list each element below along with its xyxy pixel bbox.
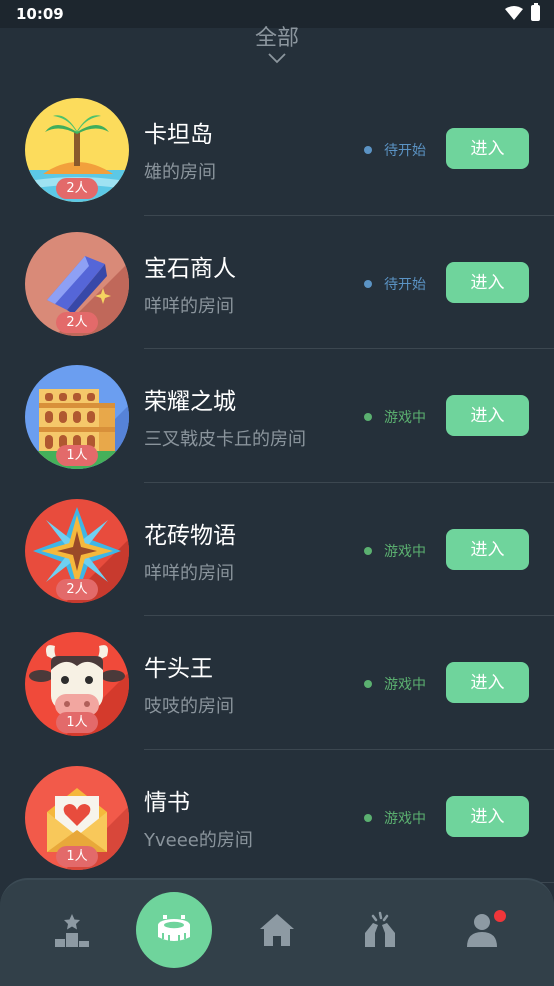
room-name: 宝石商人	[144, 255, 236, 282]
active-tab-indicator	[136, 892, 212, 968]
room-owner: 咩咩的房间	[144, 295, 234, 317]
chevron-down-icon	[268, 53, 286, 64]
enter-room-button[interactable]: 进入	[446, 128, 529, 169]
room-list: 2人 卡坦岛 雄的房间 待开始 进入 2人 宝石商人 咩咩的房间 待开始 进入 …	[0, 82, 554, 883]
notification-dot	[494, 910, 506, 922]
room-owner: 咩咩的房间	[144, 562, 234, 584]
status-label: 游戏中	[384, 677, 426, 693]
player-count-badge: 1人	[56, 845, 98, 867]
room-status: 游戏中	[364, 407, 426, 427]
room-owner: Yveee的房间	[144, 829, 253, 851]
room-item[interactable]: 2人 花砖物语 咩咩的房间 游戏中 进入	[0, 483, 554, 616]
home-icon	[260, 914, 294, 946]
battery-icon	[531, 3, 540, 21]
status-label: 游戏中	[384, 410, 426, 426]
status-label: 待开始	[384, 276, 426, 293]
status-dot	[364, 146, 372, 154]
status-dot	[364, 546, 372, 555]
tab-leaderboard[interactable]	[22, 880, 122, 980]
player-count-badge: 2人	[56, 178, 98, 199]
status-dot	[364, 813, 372, 822]
status-label: 待开始	[384, 143, 426, 159]
tab-arena[interactable]	[124, 880, 224, 980]
tab-home[interactable]	[227, 880, 327, 980]
room-owner: 雄的房间	[144, 162, 216, 183]
player-count-badge: 2人	[56, 311, 98, 333]
podium-icon	[55, 914, 89, 947]
room-status: 游戏中	[364, 808, 426, 828]
tab-profile[interactable]	[432, 880, 532, 980]
enter-room-button[interactable]: 进入	[446, 662, 529, 703]
room-name: 牛头王	[144, 656, 213, 682]
player-count-badge: 2人	[56, 578, 98, 600]
room-owner: 吱吱的房间	[144, 696, 234, 717]
status-icons	[505, 3, 540, 21]
high-five-icon	[365, 911, 395, 947]
enter-room-button[interactable]: 进入	[446, 528, 529, 570]
status-dot	[364, 413, 372, 421]
status-dot	[364, 680, 372, 688]
room-status: 待开始	[364, 140, 426, 160]
status-dot	[364, 279, 372, 288]
room-name: 荣耀之城	[144, 389, 236, 415]
room-status: 游戏中	[364, 541, 426, 561]
filter-dropdown[interactable]: 全部	[0, 20, 554, 64]
room-name: 花砖物语	[144, 522, 236, 549]
filter-label: 全部	[254, 26, 299, 51]
room-owner: 三叉戟皮卡丘的房间	[144, 429, 306, 450]
player-count-badge: 1人	[56, 445, 98, 466]
room-item[interactable]: 1人 荣耀之城 三叉戟皮卡丘的房间 游戏中 进入	[0, 349, 554, 483]
room-item[interactable]: 2人 宝石商人 咩咩的房间 待开始 进入	[0, 216, 554, 349]
tab-social[interactable]	[330, 880, 430, 980]
room-status: 游戏中	[364, 674, 426, 694]
bottom-tab-bar	[0, 878, 554, 986]
wifi-icon	[505, 6, 523, 20]
enter-room-button[interactable]: 进入	[446, 795, 529, 837]
room-item[interactable]: 2人 卡坦岛 雄的房间 待开始 进入	[0, 82, 554, 216]
status-label: 游戏中	[384, 543, 426, 560]
stadium-icon	[158, 915, 190, 942]
enter-room-button[interactable]: 进入	[446, 261, 529, 303]
player-count-badge: 1人	[56, 712, 98, 733]
room-status: 待开始	[364, 274, 426, 294]
status-label: 游戏中	[384, 810, 426, 827]
room-name: 卡坦岛	[144, 122, 213, 148]
room-item[interactable]: 1人 情书 Yveee的房间 游戏中 进入	[0, 750, 554, 883]
room-item[interactable]: 1人 牛头王 吱吱的房间 游戏中 进入	[0, 616, 554, 750]
enter-room-button[interactable]: 进入	[446, 395, 529, 436]
room-name: 情书	[144, 789, 190, 816]
